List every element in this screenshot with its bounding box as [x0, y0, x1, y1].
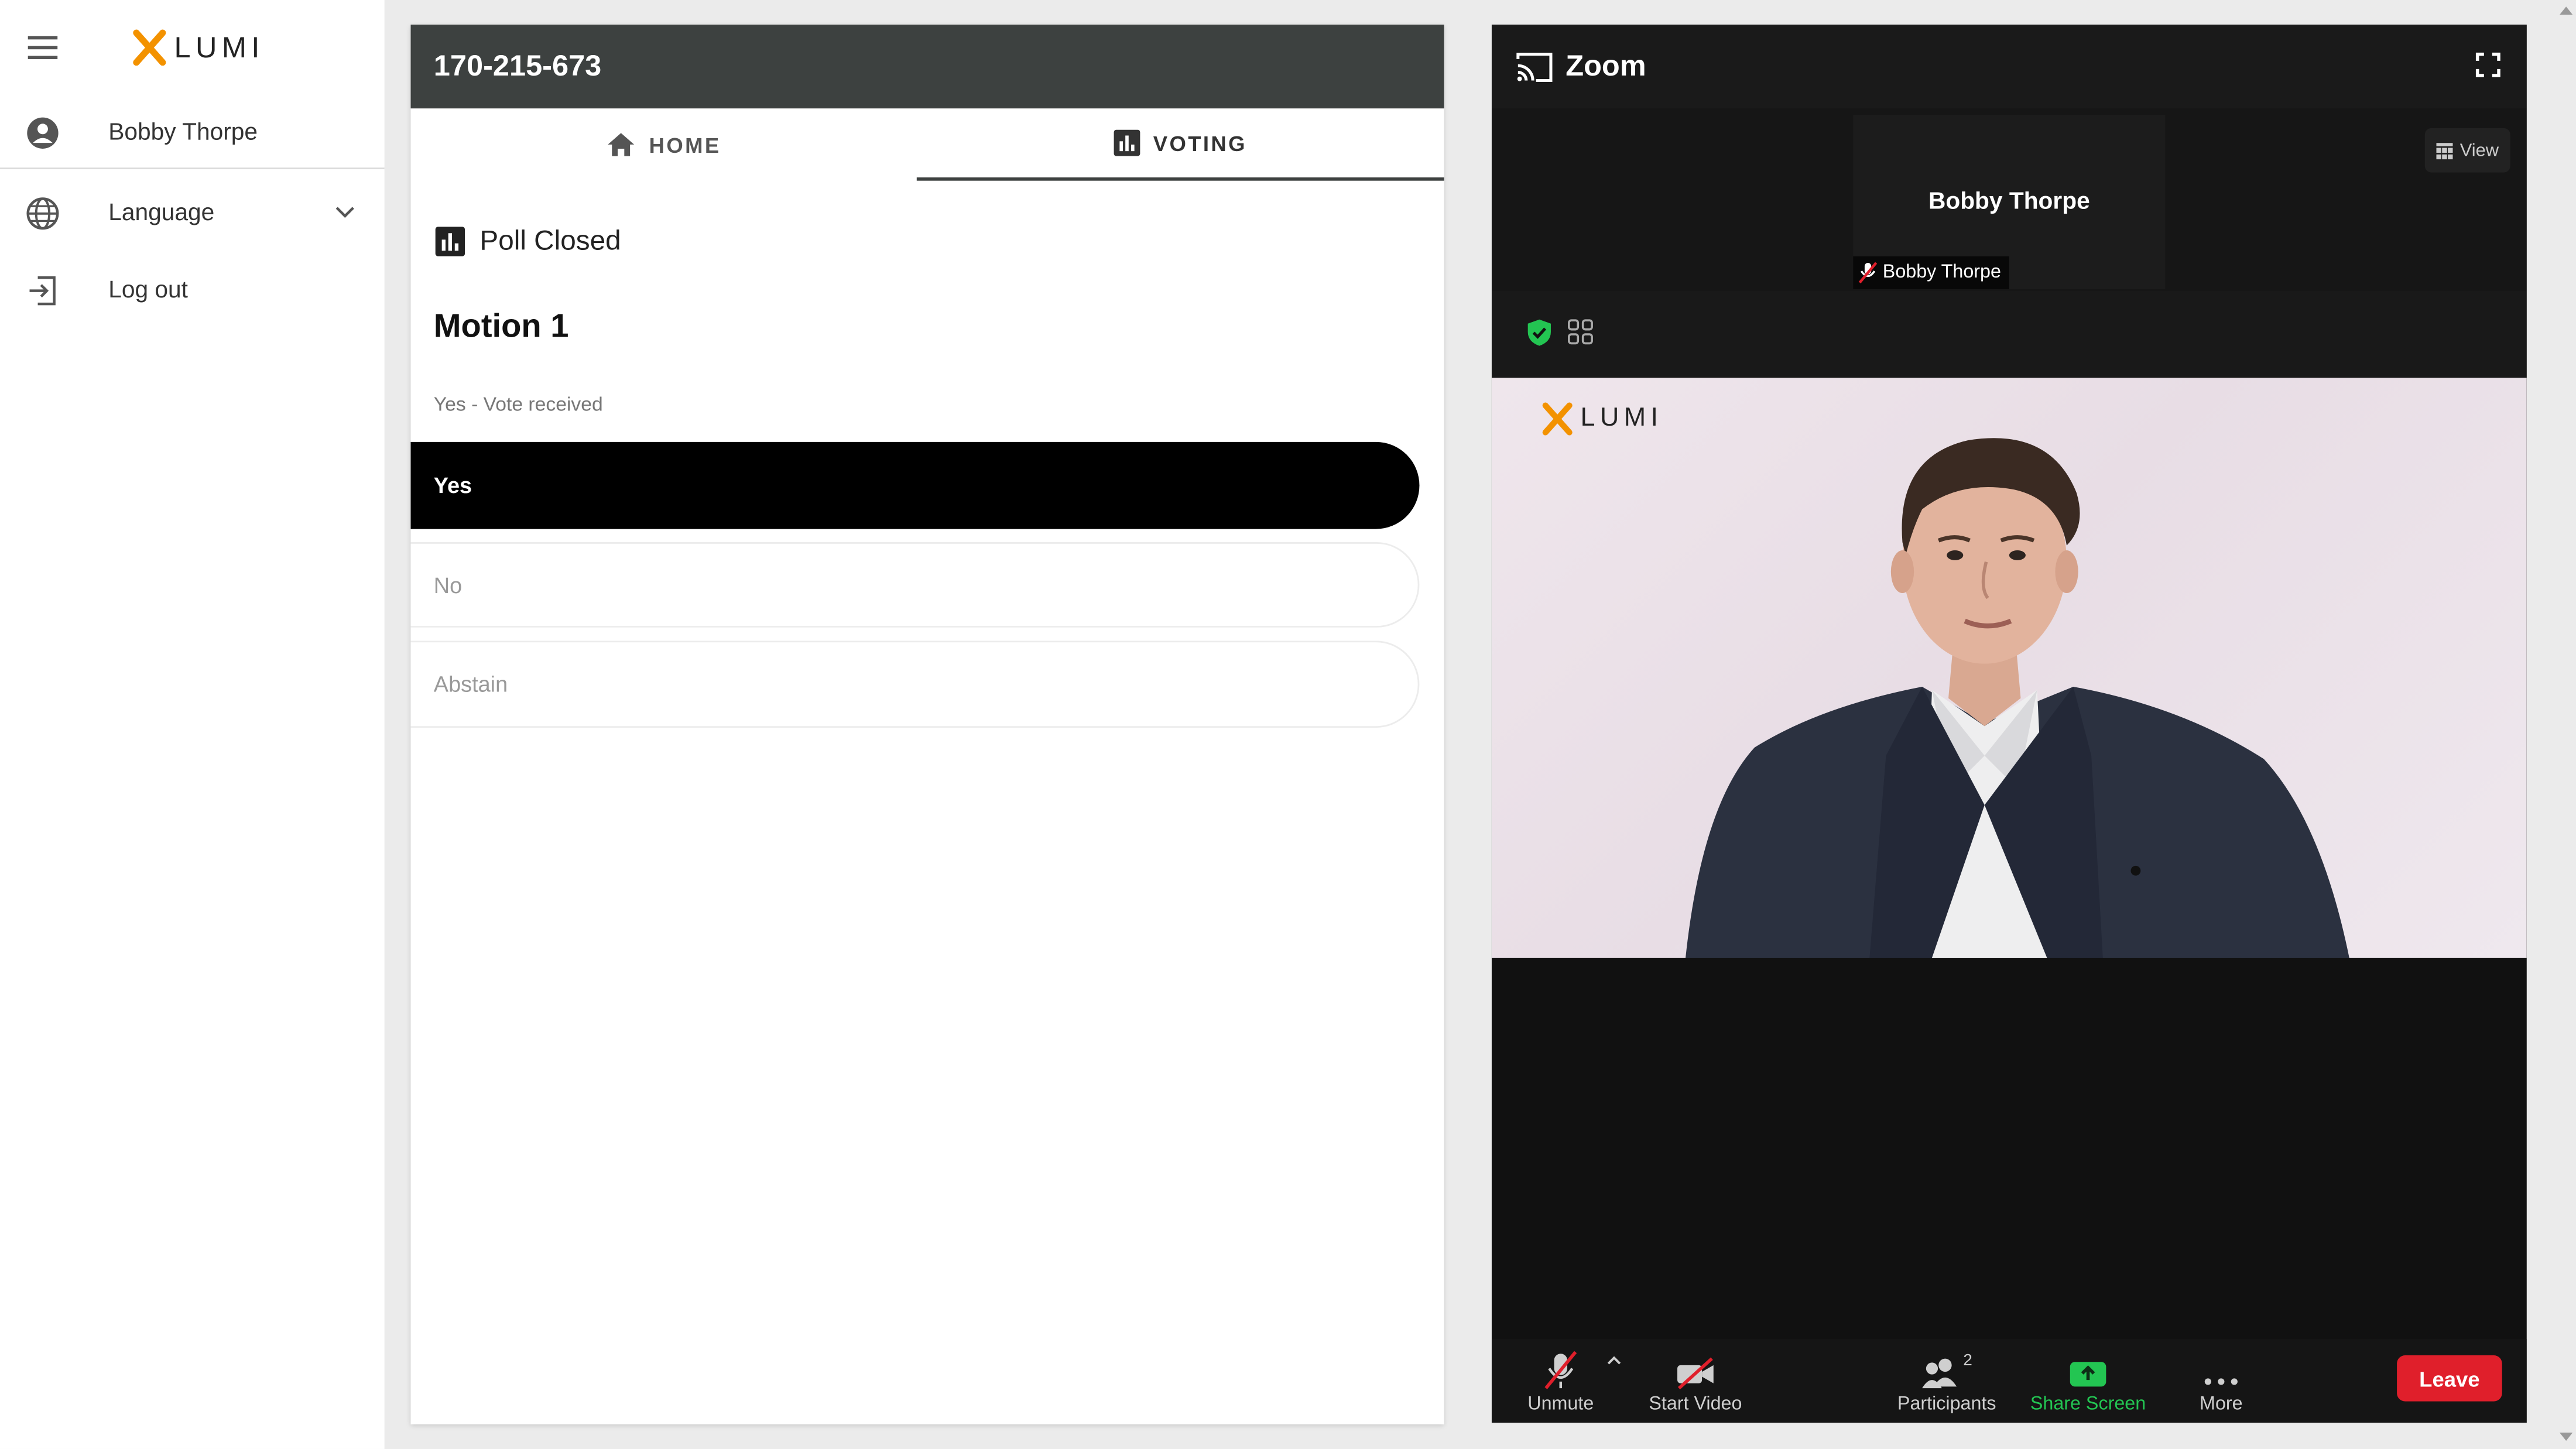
shield-icon[interactable]	[1526, 318, 1553, 347]
tab-voting-label: VOTING	[1153, 131, 1247, 156]
user-name: Bobby Thorpe	[108, 119, 258, 146]
participants-icon-wrap: 2	[1919, 1352, 1975, 1390]
app-window: LUMI Bobby Thorpe Language Log out 170-2…	[0, 0, 2576, 1449]
poll-status-text: Poll Closed	[479, 225, 621, 256]
start-video-label: Start Video	[1649, 1395, 1742, 1415]
thumbnail-name: Bobby Thorpe	[1928, 189, 2090, 215]
sidebar-divider	[0, 167, 385, 170]
security-row	[1491, 290, 2527, 378]
bar-chart-icon	[1114, 129, 1140, 156]
chevron-up-icon[interactable]	[1606, 1355, 1621, 1365]
sidebar-item-profile[interactable]: Bobby Thorpe	[0, 97, 385, 169]
vote-option-label: Abstain	[433, 672, 508, 697]
share-screen-label: Share Screen	[2030, 1395, 2146, 1415]
vote-option-yes[interactable]: Yes	[410, 441, 1420, 529]
video-off-icon	[1677, 1357, 1714, 1390]
scroll-down-icon[interactable]	[2559, 1432, 2573, 1443]
menu-icon[interactable]	[28, 36, 58, 60]
sidebar-item-language[interactable]: Language	[0, 177, 385, 249]
vote-option-abstain[interactable]: Abstain	[410, 640, 1420, 728]
cast-icon	[1516, 53, 1553, 83]
poll-status: Poll Closed	[435, 225, 621, 258]
sidebar-item-logout[interactable]: Log out	[0, 255, 385, 327]
vote-option-label: Yes	[433, 473, 472, 498]
leave-button[interactable]: Leave	[2397, 1355, 2502, 1402]
zoom-title: Zoom	[1566, 49, 1646, 83]
vote-option-no[interactable]: No	[410, 542, 1420, 628]
tab-home-label: HOME	[649, 132, 721, 157]
fullscreen-icon[interactable]	[2475, 52, 2500, 77]
meeting-header: 170-215-673	[410, 25, 1444, 109]
globe-icon	[26, 197, 59, 230]
participant-thumbnail[interactable]: Bobby Thorpe Bobby Thorpe	[1853, 115, 2166, 289]
mic-muted-icon	[1544, 1351, 1577, 1389]
vote-status: Yes - Vote received	[433, 392, 603, 416]
logout-label: Log out	[108, 278, 188, 304]
zoom-toolbar: Unmute Start Video 2 Participants Share …	[1491, 1338, 2527, 1423]
more-button[interactable]: More	[2188, 1339, 2254, 1423]
speaker-person-image	[1686, 438, 2349, 958]
more-icon	[2204, 1378, 2238, 1385]
tab-home[interactable]: HOME	[411, 108, 917, 180]
sidebar: LUMI Bobby Thorpe Language Log out	[0, 0, 385, 1449]
meeting-id: 170-215-673	[433, 49, 602, 83]
participants-icon	[1922, 1358, 1957, 1389]
logout-icon	[29, 276, 56, 306]
account-icon	[27, 117, 59, 149]
language-label: Language	[108, 200, 215, 227]
start-video-button[interactable]: Start Video	[1643, 1339, 1748, 1423]
grid-view-icon	[2437, 142, 2454, 159]
bar-chart-icon	[435, 227, 465, 256]
view-label: View	[2459, 140, 2499, 160]
motion-title: Motion 1	[433, 309, 569, 345]
participants-button[interactable]: 2 Participants	[1891, 1339, 2003, 1423]
sidebar-header: LUMI	[0, 0, 385, 95]
participants-label: Participants	[1897, 1395, 1996, 1415]
chevron-down-icon[interactable]	[335, 202, 355, 222]
voting-panel: 170-215-673 HOME VOTING Poll Closed Moti…	[410, 25, 1444, 1424]
participants-count: 2	[1963, 1352, 1972, 1371]
home-icon	[608, 133, 635, 156]
speaker-video: LUMI	[1491, 378, 2527, 958]
logo-text: LUMI	[174, 30, 265, 64]
tab-voting[interactable]: VOTING	[916, 108, 1444, 181]
share-screen-icon	[2070, 1362, 2106, 1387]
mic-muted-icon	[1858, 262, 1878, 284]
lumi-x-icon	[133, 29, 166, 66]
lumi-logo: LUMI	[131, 28, 264, 67]
scroll-up-icon[interactable]	[2559, 5, 2573, 15]
share-screen-button[interactable]: Share Screen	[2029, 1339, 2147, 1423]
thumbnail-tag: Bobby Thorpe	[1853, 256, 2009, 289]
view-button[interactable]: View	[2425, 128, 2510, 173]
vote-option-label: No	[433, 572, 463, 598]
unmute-button[interactable]: Unmute	[1521, 1339, 1600, 1423]
tab-bar: HOME VOTING	[411, 108, 1444, 181]
zoom-header: Zoom	[1491, 25, 2527, 109]
unmute-label: Unmute	[1527, 1395, 1594, 1415]
zoom-panel: Zoom Bobby Thorpe Bobby Thorpe View LUMI…	[1491, 25, 2527, 1423]
gallery-icon[interactable]	[1567, 318, 1594, 345]
thumbnail-tag-name: Bobby Thorpe	[1882, 262, 2001, 283]
thumbnail-strip: Bobby Thorpe Bobby Thorpe View	[1491, 108, 2527, 291]
more-label: More	[2200, 1395, 2243, 1415]
